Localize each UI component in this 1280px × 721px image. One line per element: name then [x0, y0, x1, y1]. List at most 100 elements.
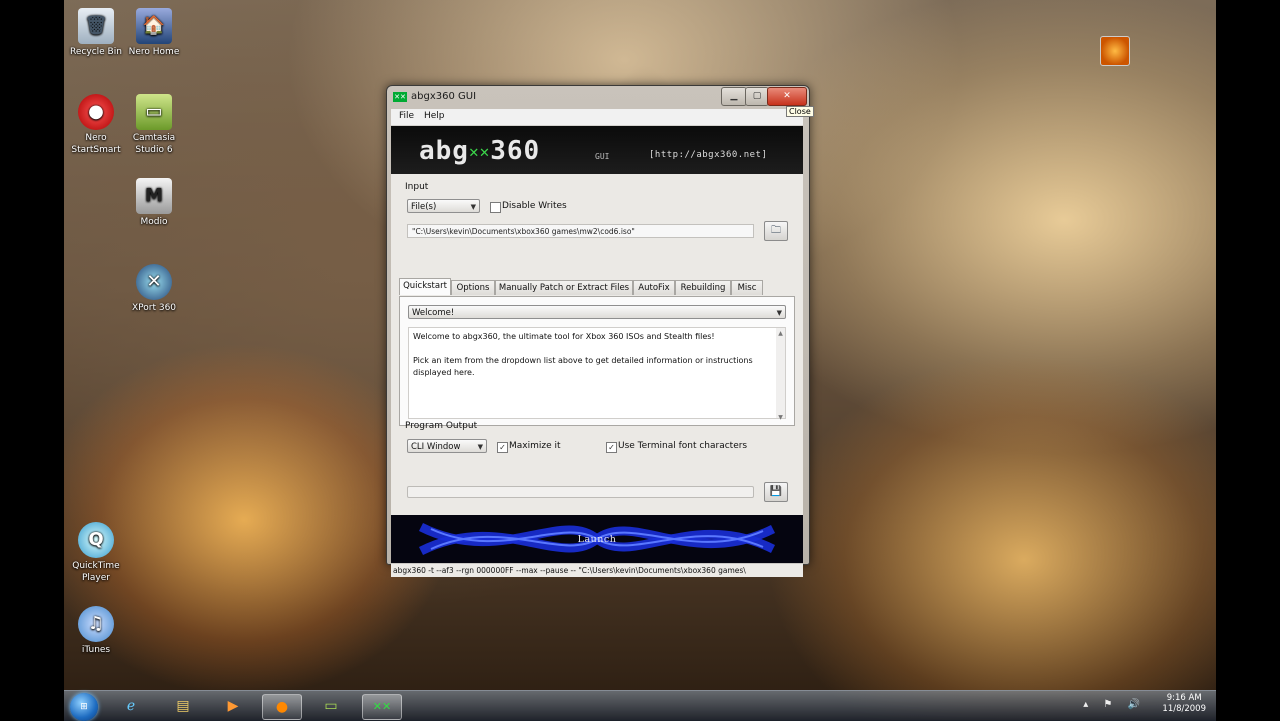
desktop-icon-recycle-bin[interactable]: 🗑 Recycle Bin: [64, 8, 128, 58]
taskbar-nero[interactable]: ●: [262, 694, 302, 720]
title-bar[interactable]: ✕✕ abgx360 GUI ▁ ▢ ✕: [387, 86, 809, 108]
minimize-button[interactable]: ▁: [721, 87, 747, 106]
desktop-icon-label: Recycle Bin: [70, 47, 122, 57]
nero-startsmart-icon: ●: [78, 94, 114, 130]
info-line-2: Pick an item from the dropdown list abov…: [413, 356, 753, 377]
command-status-bar: abgx360 -t --af3 --rgn 000000FF --max --…: [391, 563, 803, 577]
nero-home-icon: 🏠: [136, 8, 172, 44]
taskbar-camtasia[interactable]: ▭: [312, 694, 350, 718]
input-source-value: File(s): [411, 202, 437, 212]
terminal-font-checkbox[interactable]: ✓: [606, 442, 617, 453]
chevron-down-icon: ▼: [470, 203, 476, 211]
clock-date: 11/8/2009: [1162, 704, 1206, 714]
desktop-icon-nero-home[interactable]: 🏠 Nero Home: [122, 8, 186, 58]
save-icon: 💾: [769, 486, 783, 497]
terminal-font-label: Use Terminal font characters: [618, 441, 748, 451]
taskbar-media-player[interactable]: ▶: [214, 694, 252, 718]
xport360-icon: ✕: [136, 264, 172, 300]
window-client: File Help abg✕✕360 GUI [http://abgx360.n…: [391, 109, 803, 577]
quickstart-info-text[interactable]: Welcome to abgx360, the ultimate tool fo…: [408, 327, 786, 421]
logo-text-right: 360: [490, 136, 541, 166]
logo-xx-mark: ✕✕: [468, 142, 491, 161]
camtasia-icon: ▭: [136, 94, 172, 130]
desktop-icon-camtasia[interactable]: ▭ Camtasia Studio 6: [122, 94, 186, 156]
logo-gui-text: GUI: [595, 152, 610, 161]
taskbar-abgx360[interactable]: ✕✕: [362, 694, 402, 720]
recycle-bin-icon: 🗑: [78, 8, 114, 44]
menu-bar: File Help: [391, 109, 803, 126]
maximize-button[interactable]: ▢: [745, 87, 769, 106]
desktop-icon-label: QuickTime Player: [72, 561, 120, 583]
tab-autofix[interactable]: AutoFix: [633, 280, 675, 295]
input-source-select[interactable]: File(s) ▼: [407, 199, 480, 213]
launch-label: Launch: [577, 534, 617, 545]
window-title: abgx360 GUI: [411, 91, 477, 102]
quickstart-panel: Welcome! ▼ Welcome to abgx360, the ultima…: [399, 296, 795, 426]
maximize-checkbox[interactable]: ✓: [497, 442, 508, 453]
desktop-icon-itunes[interactable]: ♫ iTunes: [64, 606, 128, 656]
desktop-icon-label: iTunes: [81, 645, 111, 655]
input-path-field[interactable]: "C:\Users\kevin\Documents\xbox360 games\…: [407, 224, 754, 238]
abgx360-window: ✕✕ abgx360 GUI ▁ ▢ ✕ Close File Help abg…: [386, 85, 814, 577]
disable-writes-checkbox[interactable]: [490, 202, 501, 213]
abgx360-banner: abg✕✕360 GUI [http://abgx360.net]: [391, 126, 803, 174]
input-group-label: Input: [405, 182, 429, 192]
save-log-button[interactable]: 💾: [764, 482, 788, 502]
nero-icon: ●: [275, 699, 289, 715]
desktop-icon-label: XPort 360: [131, 303, 177, 313]
tab-quickstart[interactable]: Quickstart: [399, 278, 451, 295]
output-progress-bar: [407, 486, 754, 498]
disable-writes-label: Disable Writes: [502, 201, 567, 211]
tab-rebuilding[interactable]: Rebuilding: [675, 280, 731, 295]
clock-time: 9:16 AM: [1166, 693, 1202, 703]
info-line-1: Welcome to abgx360, the ultimate tool fo…: [413, 332, 715, 341]
program-output-label: Program Output: [405, 421, 478, 431]
folder-icon: ▤: [176, 698, 190, 714]
desktop-icon-label: Modio: [140, 217, 168, 227]
browse-button[interactable]: 🗀: [764, 221, 788, 241]
internet-explorer-icon: ℯ: [126, 698, 136, 714]
start-button[interactable]: ⊞: [70, 693, 98, 721]
chevron-down-icon: ▼: [477, 443, 483, 451]
abgx360-app-icon: ✕✕: [393, 92, 407, 102]
quicktime-icon: Q: [78, 522, 114, 558]
desktop-icon-label: Nero Home: [128, 47, 180, 57]
desktop-icon-xport360[interactable]: ✕ XPort 360: [122, 264, 186, 314]
quickstart-topic-value: Welcome!: [412, 308, 455, 318]
info-scrollbar[interactable]: ▲ ▼: [776, 328, 785, 421]
taskbar-internet-explorer[interactable]: ℯ: [112, 694, 150, 718]
folder-browse-icon: 🗀: [771, 225, 781, 236]
clock[interactable]: 9:16 AM 11/8/2009: [1162, 693, 1206, 715]
tab-options[interactable]: Options: [451, 280, 495, 295]
system-tray-icons[interactable]: ▴ ⚑ 🔊: [1083, 699, 1146, 710]
desktop-icon-label: Camtasia Studio 6: [132, 133, 176, 155]
maximize-label: Maximize it: [509, 441, 561, 451]
tab-misc[interactable]: Misc: [731, 280, 763, 295]
output-mode-value: CLI Window: [411, 442, 461, 452]
nero-tray-gadget-icon[interactable]: [1100, 36, 1130, 66]
abgx360-icon: ✕✕: [372, 700, 392, 713]
close-tooltip: Close: [786, 106, 814, 117]
modio-icon: M: [136, 178, 172, 214]
itunes-icon: ♫: [78, 606, 114, 642]
media-player-icon: ▶: [227, 698, 239, 714]
desktop-icon-quicktime[interactable]: Q QuickTime Player: [64, 522, 128, 584]
desktop-icon-nero-startsmart[interactable]: ● Nero StartSmart: [64, 94, 128, 156]
launch-button[interactable]: Launch: [391, 515, 803, 563]
menu-file[interactable]: File: [399, 111, 414, 121]
abgx360-logo: abg✕✕360: [419, 136, 540, 166]
logo-text-left: abg: [419, 136, 469, 166]
close-button[interactable]: ✕: [767, 87, 807, 106]
website-link[interactable]: [http://abgx360.net]: [649, 150, 767, 160]
camtasia-icon: ▭: [324, 698, 338, 714]
desktop-icon-modio[interactable]: M Modio: [122, 178, 186, 228]
quickstart-topic-select[interactable]: Welcome! ▼: [408, 305, 786, 319]
chevron-down-icon: ▼: [776, 309, 782, 317]
tab-manually-patch[interactable]: Manually Patch or Extract Files: [495, 280, 633, 295]
desktop-icon-label: Nero StartSmart: [71, 133, 121, 155]
taskbar-windows-explorer[interactable]: ▤: [164, 694, 202, 718]
menu-help[interactable]: Help: [424, 111, 445, 121]
taskbar: ⊞ ℯ ▤ ▶ ● ▭ ✕✕ ▴ ⚑ 🔊 9:16 AM 11/8/2009: [64, 690, 1216, 721]
windows-logo-icon: ⊞: [80, 702, 88, 712]
output-mode-select[interactable]: CLI Window ▼: [407, 439, 487, 453]
